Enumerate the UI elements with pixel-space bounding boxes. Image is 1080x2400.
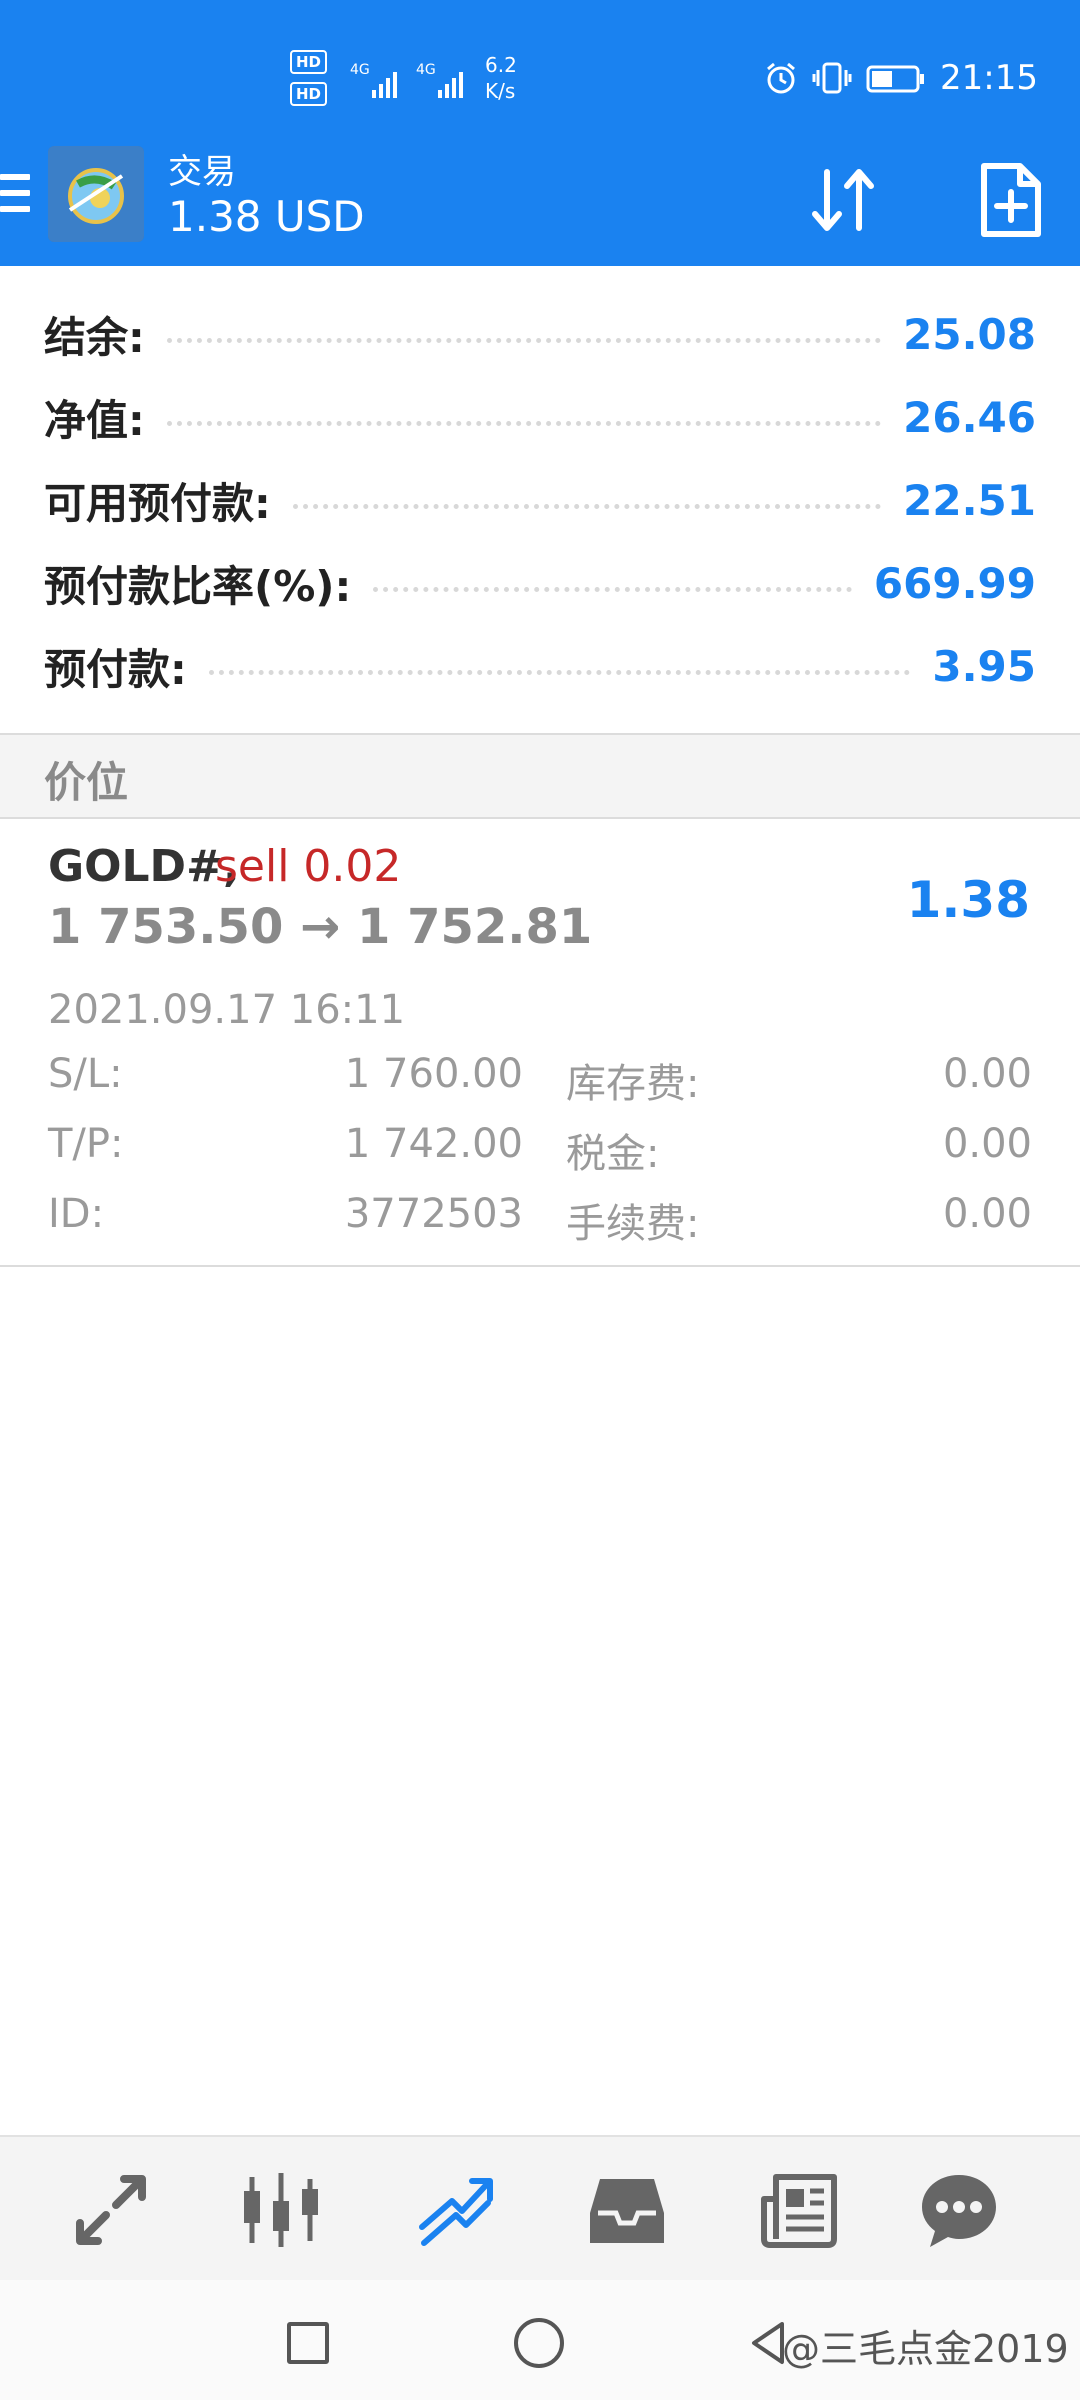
position-item[interactable]: GOLD#, sell 0.02 1 753.50 → 1 752.81 1.3…: [0, 819, 1080, 1267]
status-time: 21:15: [940, 58, 1038, 98]
summary-value: 22.51: [903, 475, 1036, 525]
recents-button[interactable]: [287, 2322, 329, 2364]
app-logo: [48, 146, 144, 242]
summary-value: 3.95: [932, 641, 1036, 691]
hd1-badge: HD: [290, 50, 328, 74]
summary-row-balance: 结余: 25.08: [44, 304, 1036, 364]
bottom-tab-bar: [0, 2135, 1080, 2280]
chart-icon[interactable]: [238, 2167, 324, 2253]
summary-value: 26.46: [903, 392, 1036, 442]
chat-icon[interactable]: [916, 2167, 1002, 2253]
summary-label: 结余:: [44, 312, 145, 362]
leader-dots: [166, 387, 882, 447]
quotes-icon[interactable]: [68, 2167, 154, 2253]
news-icon[interactable]: [756, 2167, 842, 2253]
signal-icon: 4G 4G: [350, 62, 463, 98]
leader-dots: [166, 304, 882, 364]
status-right: 21:15: [764, 56, 1038, 100]
summary-label: 净值:: [44, 395, 145, 445]
header: HD HD 4G 4G 6.2 K/s 21:15 交易 1.38 USD: [0, 0, 1080, 266]
position-symbol: GOLD#,: [48, 841, 240, 892]
svg-text:4G: 4G: [350, 62, 370, 78]
positions-section-header: 价位: [0, 733, 1080, 819]
position-type: sell 0.02: [215, 841, 402, 892]
detail-row: S/L: 1 760.00 库存费: 0.00: [48, 1051, 1038, 1107]
trade-icon[interactable]: [412, 2167, 498, 2253]
detail-value: 0.00: [942, 1051, 1032, 1097]
detail-value: 1 742.00: [344, 1121, 523, 1167]
network-indicators: HD HD 4G 4G: [290, 50, 463, 114]
net-speed-unit: K/s: [485, 79, 516, 103]
net-speed-value: 6.2: [485, 53, 517, 77]
detail-value: 0.00: [942, 1121, 1032, 1167]
detail-row: T/P: 1 742.00 税金: 0.00: [48, 1121, 1038, 1177]
leader-dots: [208, 636, 911, 696]
net-speed: 6.2 K/s: [485, 52, 517, 104]
position-time: 2021.09.17 16:11: [48, 987, 406, 1033]
detail-label: ID:: [48, 1191, 105, 1237]
svg-text:4G: 4G: [416, 62, 436, 78]
summary-row-free-margin: 可用预付款: 22.51: [44, 470, 1036, 530]
summary-row-equity: 净值: 26.46: [44, 387, 1036, 447]
detail-value: 3772503: [344, 1191, 523, 1237]
position-prices: 1 753.50 → 1 752.81: [48, 899, 593, 955]
status-bar: HD HD 4G 4G 6.2 K/s 21:15: [0, 0, 1080, 140]
detail-value: 1 760.00: [344, 1051, 523, 1097]
position-profit: 1.38: [906, 871, 1030, 929]
app-title: 交易: [168, 152, 236, 192]
summary-label: 预付款比率(%):: [44, 561, 352, 611]
detail-label: 税金:: [566, 1131, 660, 1177]
new-order-icon[interactable]: [968, 158, 1052, 242]
detail-value: 0.00: [942, 1191, 1032, 1237]
summary-label: 预付款:: [44, 644, 187, 694]
summary-value: 669.99: [873, 558, 1036, 608]
system-nav-bar: @三毛点金2019: [0, 2280, 1080, 2400]
vibrate-icon: [812, 62, 852, 94]
history-icon[interactable]: [584, 2167, 670, 2253]
battery-icon: [866, 65, 925, 93]
account-profit: 1.38 USD: [168, 192, 365, 241]
alarm-icon: [767, 62, 795, 94]
detail-row: ID: 3772503 手续费: 0.00: [48, 1191, 1038, 1247]
sort-icon[interactable]: [805, 158, 889, 242]
summary-label: 可用预付款:: [44, 478, 271, 528]
menu-icon[interactable]: [0, 170, 30, 220]
summary-row-margin-level: 预付款比率(%): 669.99: [44, 553, 1036, 613]
summary-row-margin: 预付款: 3.95: [44, 636, 1036, 696]
summary-value: 25.08: [903, 309, 1036, 359]
hd2-badge: HD: [290, 82, 328, 106]
section-title: 价位: [44, 758, 129, 807]
detail-label: 手续费:: [566, 1201, 700, 1247]
home-button[interactable]: [514, 2318, 564, 2368]
app-bar: 交易 1.38 USD: [0, 140, 1080, 266]
watermark: @三毛点金2019: [782, 2327, 1069, 2371]
detail-label: S/L:: [48, 1051, 123, 1097]
detail-label: 库存费:: [566, 1061, 700, 1107]
leader-dots: [292, 470, 882, 530]
account-summary: 结余: 25.08 净值: 26.46 可用预付款: 22.51 预付款比率(%…: [0, 266, 1080, 733]
leader-dots: [373, 553, 852, 613]
detail-label: T/P:: [48, 1121, 124, 1167]
